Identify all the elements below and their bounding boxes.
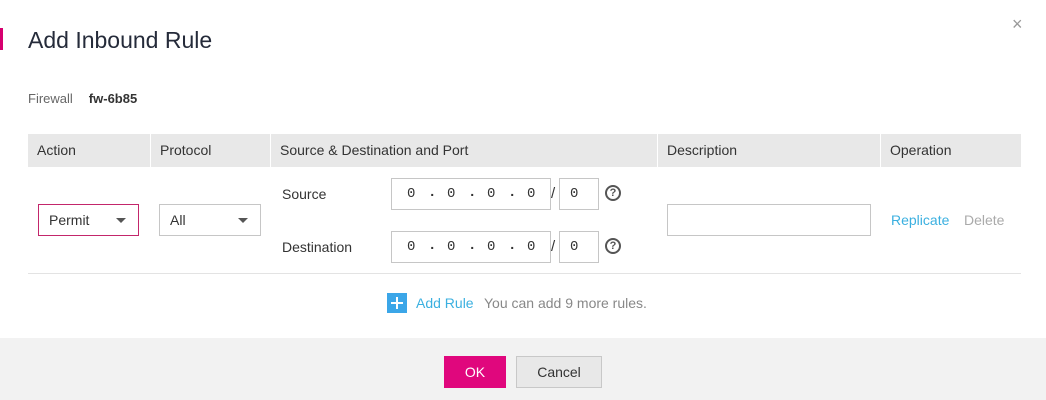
firewall-value: fw-6b85 xyxy=(88,91,138,106)
ip-separator: . xyxy=(428,185,437,201)
help-icon[interactable]: ? xyxy=(605,185,621,201)
header-action: Action xyxy=(37,142,76,158)
dialog-title: Add Inbound Rule xyxy=(28,27,213,53)
ip-separator: . xyxy=(428,238,437,254)
ip-separator: . xyxy=(508,238,517,254)
mask-separator: / xyxy=(551,238,556,255)
header-source-destination-port: Source & Destination and Port xyxy=(270,134,657,167)
ip-separator: . xyxy=(508,185,517,201)
add-rule-hint: You can add 9 more rules. xyxy=(484,295,647,311)
destination-mask-input[interactable]: 0 xyxy=(559,231,599,263)
chevron-down-icon xyxy=(116,218,126,223)
header-operation: Operation xyxy=(880,134,1021,167)
action-select[interactable]: Permit xyxy=(38,204,139,236)
rules-table-header: Action Protocol Source & Destination and… xyxy=(28,134,1021,167)
source-octet-1: 0 xyxy=(407,186,416,202)
source-octet-4: 0 xyxy=(527,186,536,202)
destination-octet-4: 0 xyxy=(527,239,536,255)
destination-octet-3: 0 xyxy=(487,239,496,255)
source-ip-input[interactable]: 0 . 0 . 0 . 0 xyxy=(391,178,551,210)
action-select-value: Permit xyxy=(49,212,90,228)
replicate-link[interactable]: Replicate xyxy=(891,212,949,228)
ip-separator: . xyxy=(468,238,477,254)
cancel-button[interactable]: Cancel xyxy=(516,356,602,388)
mask-separator: / xyxy=(551,185,556,202)
source-octet-3: 0 xyxy=(487,186,496,202)
protocol-select-value: All xyxy=(170,212,186,228)
source-octet-2: 0 xyxy=(447,186,456,202)
ok-button[interactable]: OK xyxy=(444,356,506,388)
add-rule-link[interactable]: Add Rule xyxy=(416,295,474,311)
description-input[interactable] xyxy=(667,204,871,236)
ip-separator: . xyxy=(468,185,477,201)
firewall-label: Firewall xyxy=(28,91,73,106)
help-icon[interactable]: ? xyxy=(605,238,621,254)
chevron-down-icon xyxy=(238,218,248,223)
source-label: Source xyxy=(282,186,327,202)
row-divider xyxy=(28,273,1021,274)
firewall-info: Firewall fw-6b85 xyxy=(28,91,137,106)
close-icon[interactable]: × xyxy=(1012,14,1023,34)
dialog-footer: OK Cancel xyxy=(0,338,1046,400)
destination-octet-1: 0 xyxy=(407,239,416,255)
add-inbound-rule-dialog: Add Inbound Rule × Firewall fw-6b85 Actio… xyxy=(0,0,1046,400)
add-icon[interactable] xyxy=(387,293,407,313)
destination-ip-input[interactable]: 0 . 0 . 0 . 0 xyxy=(391,231,551,263)
protocol-select[interactable]: All xyxy=(159,204,261,236)
header-protocol: Protocol xyxy=(150,134,270,167)
title-accent-bar xyxy=(0,28,3,50)
destination-label: Destination xyxy=(282,239,353,255)
destination-octet-2: 0 xyxy=(447,239,456,255)
source-mask-input[interactable]: 0 xyxy=(559,178,599,210)
delete-link[interactable]: Delete xyxy=(964,212,1004,228)
header-description: Description xyxy=(657,134,880,167)
